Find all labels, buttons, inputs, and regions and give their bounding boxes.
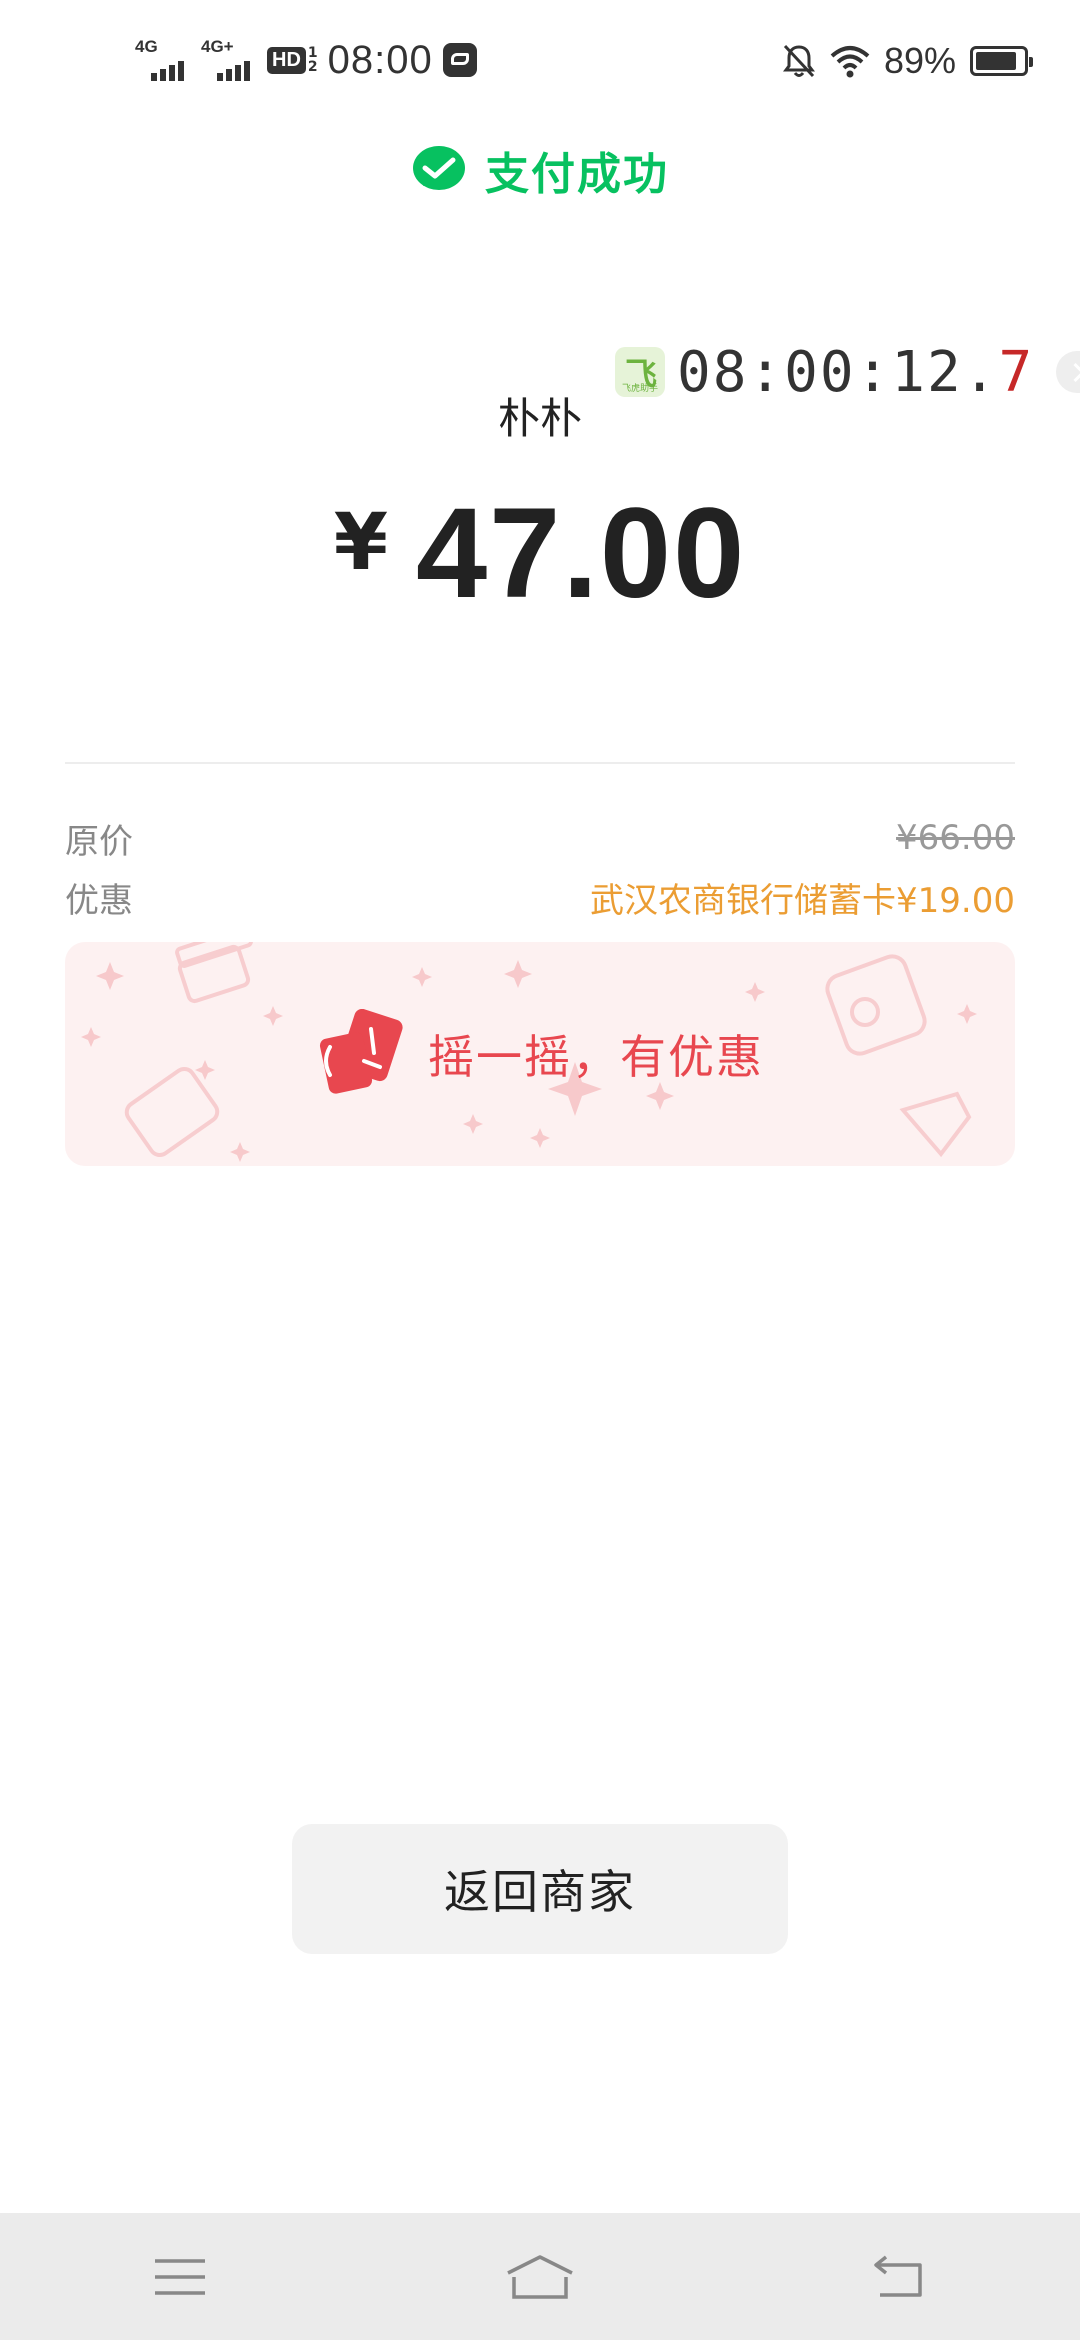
payment-success-screen: 4G 4G+ HD 1 2 08:00 89% 支付成功 飞 飞虎助手 08:0… bbox=[0, 0, 1080, 2340]
promo-text: 摇一摇，有优惠 bbox=[428, 1030, 764, 1084]
signal-icon: 4G+ bbox=[201, 35, 257, 85]
discount-label: 优惠 bbox=[65, 880, 133, 921]
original-price-row: 原价 ¥66.00 bbox=[65, 813, 1015, 863]
battery-percent: 89% bbox=[883, 40, 956, 81]
divider bbox=[65, 762, 1015, 764]
message-icon bbox=[442, 43, 477, 77]
network-type-label: 4G bbox=[135, 37, 158, 56]
status-bar-left: 4G 4G+ HD 1 2 08:00 bbox=[135, 32, 477, 88]
status-time: 08:00 bbox=[327, 37, 433, 82]
merchant-name: 朴朴 bbox=[497, 394, 582, 443]
battery-icon bbox=[970, 46, 1033, 76]
menu-icon bbox=[155, 2258, 205, 2295]
payment-amount: ¥47.00 bbox=[0, 480, 1080, 627]
nav-home-button[interactable] bbox=[480, 2227, 600, 2327]
amount-value: 47.00 bbox=[415, 482, 747, 625]
back-to-merchant-button[interactable]: 返回商家 bbox=[292, 1824, 788, 1954]
bell-off-icon bbox=[782, 44, 815, 78]
success-header: 支付成功 bbox=[0, 140, 1080, 200]
discount-row: 优惠 武汉农商银行储蓄卡¥19.00 bbox=[65, 872, 1015, 922]
home-icon bbox=[507, 2254, 573, 2299]
status-bar: 4G 4G+ HD 1 2 08:00 89% bbox=[0, 0, 1080, 120]
status-bar-right: 89% bbox=[782, 36, 1033, 86]
original-price-label: 原价 bbox=[65, 821, 133, 862]
hd-frac-bottom: 2 bbox=[307, 59, 318, 75]
hd-voice-icon: HD 1 2 bbox=[267, 46, 318, 74]
shake-icon bbox=[319, 1009, 403, 1094]
back-icon bbox=[874, 2255, 922, 2297]
page-title: 支付成功 bbox=[485, 149, 669, 200]
wechat-pay-icon bbox=[413, 146, 465, 190]
nav-back-button[interactable] bbox=[840, 2227, 960, 2327]
network-type-label: 4G+ bbox=[201, 37, 234, 56]
nav-menu-button[interactable] bbox=[120, 2227, 240, 2327]
original-price-value: ¥66.00 bbox=[896, 818, 1015, 858]
shake-promo-banner[interactable]: 摇一摇，有优惠 bbox=[65, 942, 1015, 1166]
currency-symbol: ¥ bbox=[333, 498, 388, 588]
hd-frac-top: 1 bbox=[307, 45, 318, 61]
wifi-icon bbox=[830, 46, 870, 78]
discount-value: 武汉农商银行储蓄卡¥19.00 bbox=[590, 880, 1015, 921]
signal-icon: 4G bbox=[135, 35, 191, 85]
hd-label: HD bbox=[267, 46, 306, 74]
battery-level-fill bbox=[976, 52, 1017, 70]
system-nav-bar bbox=[0, 2213, 1080, 2340]
